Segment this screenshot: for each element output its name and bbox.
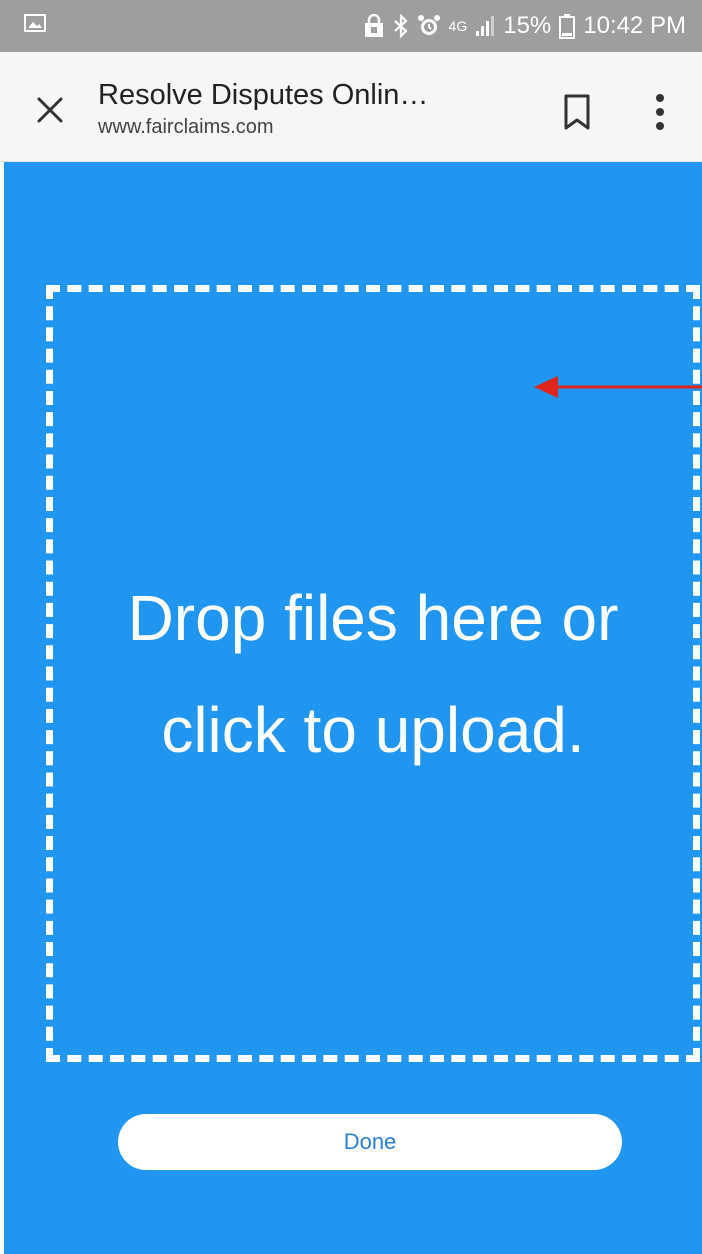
- browser-toolbar: Resolve Disputes Onlin… www.fairclaims.c…: [0, 52, 702, 162]
- bluetooth-icon: [393, 14, 408, 38]
- page-info: Resolve Disputes Onlin… www.fairclaims.c…: [98, 76, 518, 139]
- battery-percent: 15%: [503, 12, 552, 39]
- annotation-arrow-icon: [534, 376, 702, 398]
- status-time: 10:42 PM: [583, 12, 686, 39]
- lte-icon: 4G: [448, 18, 468, 34]
- image-icon: [24, 14, 46, 32]
- more-vert-icon[interactable]: [646, 90, 674, 134]
- lock-icon: [364, 14, 383, 37]
- close-icon[interactable]: [30, 90, 70, 130]
- page-url: www.fairclaims.com: [98, 116, 274, 138]
- signal-icon: [476, 16, 495, 36]
- dropzone-text: Drop files here or click to upload.: [127, 581, 619, 766]
- bookmark-icon[interactable]: [562, 92, 592, 132]
- done-button[interactable]: Done: [118, 1114, 622, 1170]
- page-title: Resolve Disputes Onlin…: [98, 79, 429, 111]
- status-bar: 4G 15% 10:42 PM: [0, 0, 702, 52]
- battery-icon: [559, 14, 576, 39]
- alarm-icon: [417, 15, 440, 35]
- upload-page: Drop files here or click to upload. Done: [4, 162, 702, 1254]
- status-icons: 4G 15% 10:42 PM: [363, 0, 686, 52]
